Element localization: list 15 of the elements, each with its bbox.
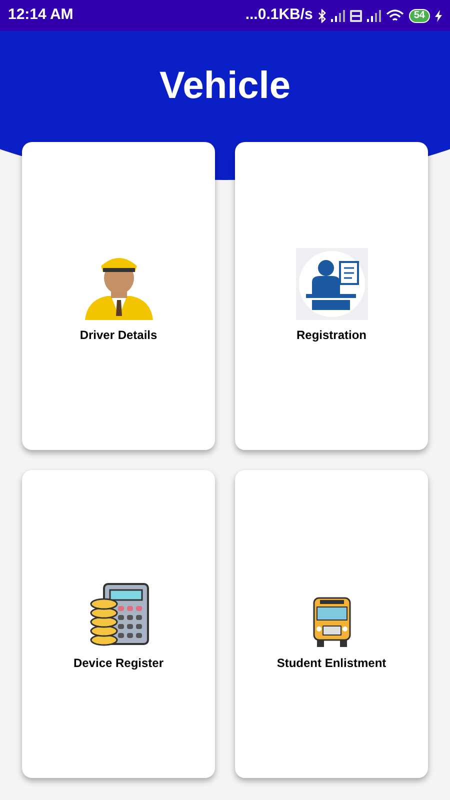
signal-icon [366, 10, 381, 22]
bluetooth-icon [318, 8, 326, 22]
page-title: Vehicle [160, 64, 290, 109]
volte-icon [350, 10, 362, 22]
charging-icon [435, 10, 442, 22]
menu-card[interactable]: Driver Details [22, 142, 215, 450]
wifi-icon [386, 9, 404, 22]
registration-icon [296, 248, 368, 320]
menu-card[interactable]: Registration [235, 142, 428, 450]
network-speed: ...0.1KB/s [245, 5, 313, 26]
signal-icon [330, 10, 345, 22]
battery-indicator: 54 [408, 8, 430, 22]
menu-card[interactable]: Device Register [22, 470, 215, 778]
menu-card[interactable]: Student Enlistment [235, 470, 428, 778]
status-time: 12:14 AM [8, 5, 74, 26]
